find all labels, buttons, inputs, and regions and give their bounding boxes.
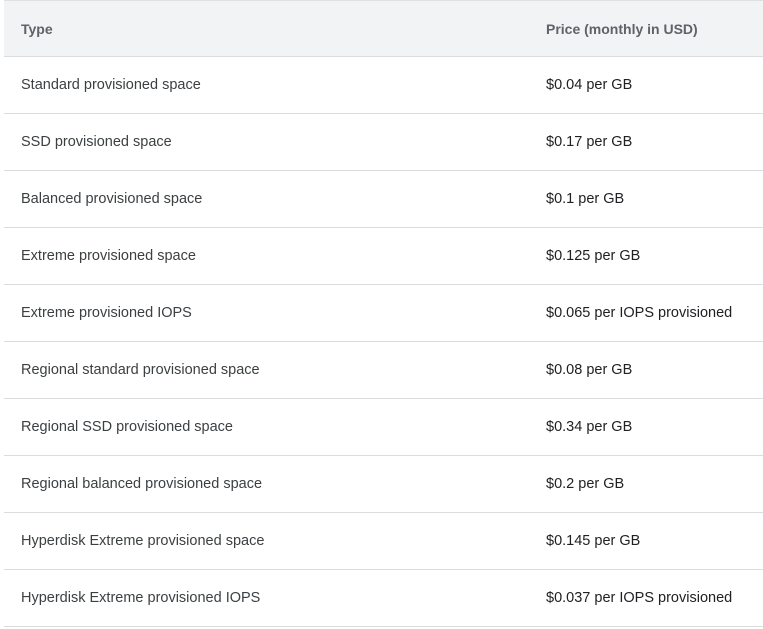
table-header: Type Price (monthly in USD) [4,0,763,57]
price-cell: $0.34 per GB [528,398,763,456]
price-cell: $0.125 per GB [528,227,763,285]
price-cell: $0.037 per IOPS provisioned [528,569,763,627]
pricing-table-container: Type Price (monthly in USD) Standard pro… [4,0,763,627]
type-cell: Hyperdisk Extreme provisioned space [4,512,528,570]
table-body: Standard provisioned space $0.04 per GB … [4,56,763,627]
price-cell: $0.04 per GB [528,56,763,114]
table-row: Extreme provisioned IOPS $0.065 per IOPS… [4,284,763,342]
price-cell: $0.2 per GB [528,455,763,513]
type-cell: Extreme provisioned space [4,227,528,285]
table-row: SSD provisioned space $0.17 per GB [4,113,763,171]
type-cell: Extreme provisioned IOPS [4,284,528,342]
table-row: Standard provisioned space $0.04 per GB [4,56,763,114]
type-cell: Hyperdisk Extreme provisioned IOPS [4,569,528,627]
table-row: Hyperdisk Extreme provisioned IOPS $0.03… [4,569,763,627]
type-cell: SSD provisioned space [4,113,528,171]
type-cell: Regional standard provisioned space [4,341,528,399]
type-cell: Standard provisioned space [4,56,528,114]
type-cell: Regional balanced provisioned space [4,455,528,513]
table-row: Balanced provisioned space $0.1 per GB [4,170,763,228]
column-header-type: Type [4,0,528,57]
price-cell: $0.065 per IOPS provisioned [528,284,763,342]
price-cell: $0.1 per GB [528,170,763,228]
table-row: Regional standard provisioned space $0.0… [4,341,763,399]
pricing-table: Type Price (monthly in USD) Standard pro… [4,0,763,627]
price-cell: $0.08 per GB [528,341,763,399]
column-header-price: Price (monthly in USD) [528,0,763,57]
price-cell: $0.17 per GB [528,113,763,171]
table-row: Regional SSD provisioned space $0.34 per… [4,398,763,456]
price-cell: $0.145 per GB [528,512,763,570]
table-row: Extreme provisioned space $0.125 per GB [4,227,763,285]
table-row: Regional balanced provisioned space $0.2… [4,455,763,513]
table-row: Hyperdisk Extreme provisioned space $0.1… [4,512,763,570]
type-cell: Regional SSD provisioned space [4,398,528,456]
type-cell: Balanced provisioned space [4,170,528,228]
header-row: Type Price (monthly in USD) [4,0,763,57]
